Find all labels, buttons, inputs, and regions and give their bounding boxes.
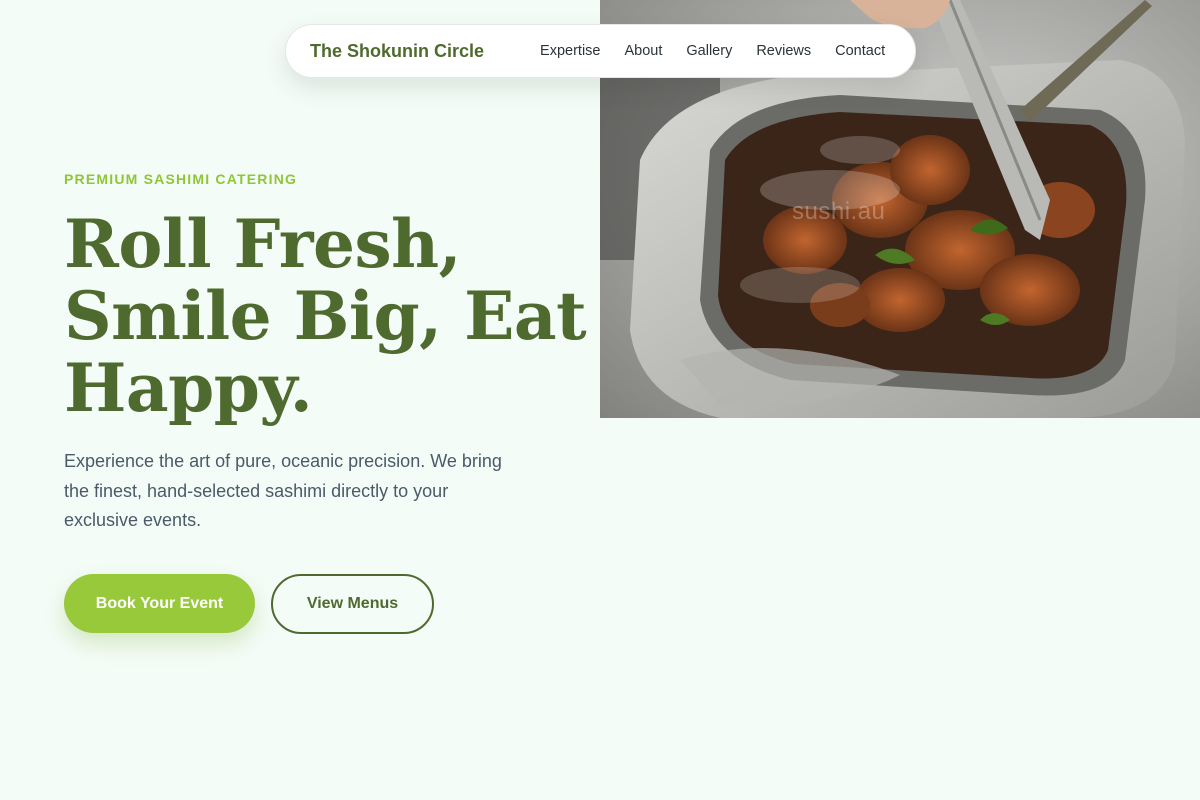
- top-nav: The Shokunin Circle Expertise About Gall…: [285, 24, 916, 78]
- hero-eyebrow: PREMIUM SASHIMI CATERING: [64, 171, 298, 187]
- image-watermark: sushi.au: [792, 198, 886, 225]
- nav-link-gallery[interactable]: Gallery: [686, 43, 732, 59]
- nav-link-about[interactable]: About: [624, 43, 662, 59]
- hero-headline: Roll Fresh, Smile Big, Eat Happy.: [64, 205, 587, 427]
- headline-line-1: Roll Fresh,: [64, 205, 462, 283]
- headline-line-3: Happy.: [64, 349, 313, 427]
- hero-intro-text: Experience the art of pure, oceanic prec…: [64, 451, 502, 530]
- book-event-button[interactable]: Book Your Event: [64, 574, 255, 633]
- headline-line-2: Smile Big, Eat: [64, 277, 587, 355]
- nav-link-reviews[interactable]: Reviews: [756, 43, 811, 59]
- landing-page: sushi.au The Shokunin Circle Expertise A…: [0, 0, 1200, 800]
- brand-logo-text[interactable]: The Shokunin Circle: [310, 41, 484, 62]
- nav-link-expertise[interactable]: Expertise: [540, 43, 600, 59]
- view-menus-button[interactable]: View Menus: [271, 574, 434, 634]
- nav-link-contact[interactable]: Contact: [835, 43, 885, 59]
- nav-links: Expertise About Gallery Reviews Contact: [540, 43, 885, 59]
